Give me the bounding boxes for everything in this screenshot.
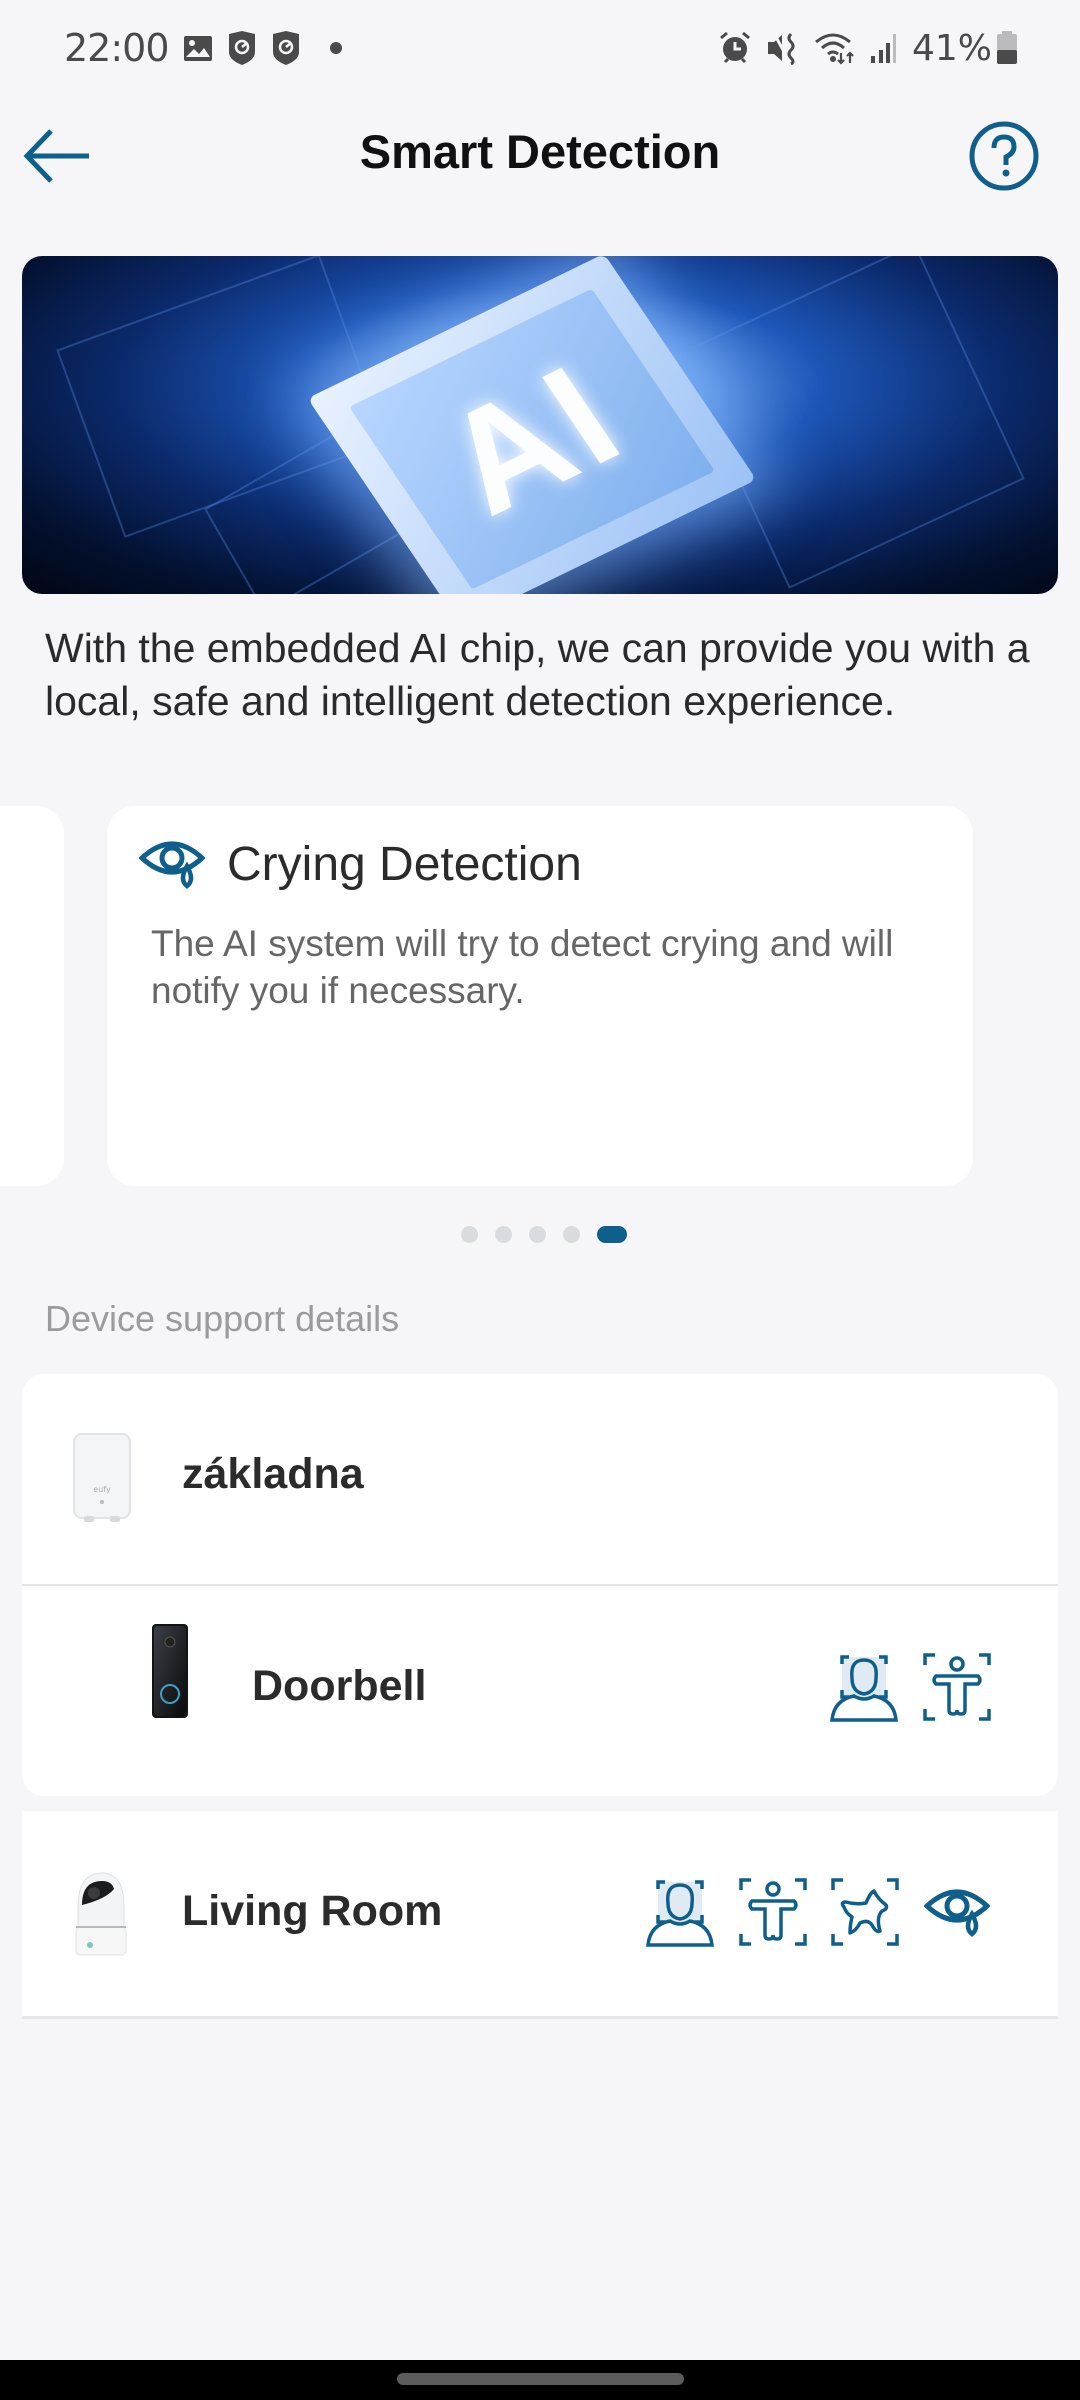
homebase-thumb: eufy — [73, 1433, 131, 1522]
battery-icon — [996, 31, 1018, 65]
hero-banner-image: AI — [22, 256, 1058, 594]
carousel-card-current[interactable]: Crying Detection The AI system will try … — [107, 806, 973, 1186]
carousel-card-previous[interactable] — [0, 806, 64, 1186]
pagination-dot-active[interactable] — [597, 1226, 627, 1243]
face-detection-icon — [830, 1652, 900, 1722]
pagination-dot[interactable] — [461, 1226, 478, 1243]
pagination-dot[interactable] — [495, 1226, 512, 1243]
device-group: Living Room — [22, 1811, 1058, 2019]
human-detection-icon — [922, 1652, 992, 1722]
device-row-living-room[interactable]: Living Room — [22, 1811, 1058, 2016]
status-time: 22:00 — [64, 26, 170, 70]
status-bar: 22:00 41% — [0, 0, 1080, 96]
ai-chip-core: AI — [349, 288, 715, 590]
crying-eye-icon — [139, 841, 205, 889]
help-circle-icon — [969, 121, 1039, 191]
device-name: Doorbell — [252, 1662, 427, 1710]
card-description: The AI system will try to detect crying … — [151, 923, 894, 1011]
signal-icon — [870, 32, 898, 64]
device-row-doorbell[interactable]: Doorbell — [22, 1586, 1058, 1794]
card-header: Crying Detection — [139, 836, 973, 892]
section-label: Device support details — [45, 1298, 400, 1339]
doorbell-thumb — [152, 1624, 188, 1718]
intro-text: With the embedded AI chip, we can provid… — [45, 625, 1030, 724]
pagination-dot[interactable] — [563, 1226, 580, 1243]
feature-icons — [830, 1652, 992, 1722]
system-navigation-bar — [0, 2360, 1080, 2400]
svg-text:eufy: eufy — [93, 1485, 111, 1494]
more-notifications-dot — [329, 41, 343, 55]
feature-icons — [646, 1877, 992, 1947]
ai-chip-label: AI — [411, 332, 652, 545]
image-notification-icon — [183, 33, 213, 63]
device-group: eufy základna Doorbell — [22, 1374, 1058, 1796]
face-detection-icon — [646, 1877, 716, 1947]
help-button[interactable] — [968, 120, 1040, 192]
battery-percent: 41% — [911, 27, 992, 69]
carousel-pagination — [0, 1226, 1080, 1243]
device-row-homebase[interactable]: eufy základna — [22, 1374, 1058, 1582]
circuit-trace — [679, 256, 1025, 589]
vibrate-mute-icon — [766, 31, 800, 65]
pet-detection-icon — [830, 1877, 900, 1947]
status-right: 41% — [718, 28, 1018, 69]
alarm-icon — [718, 31, 752, 65]
feature-carousel[interactable]: Crying Detection The AI system will try … — [0, 806, 1080, 1186]
crying-detection-icon — [922, 1877, 992, 1947]
indoor-cam-thumb — [75, 1872, 127, 1956]
device-name: základna — [182, 1450, 364, 1498]
device-name: Living Room — [182, 1887, 443, 1935]
shield-app-icon — [227, 30, 257, 66]
human-detection-icon — [738, 1877, 808, 1947]
wifi-icon — [814, 31, 856, 65]
home-gesture-handle[interactable] — [397, 2373, 684, 2385]
page-title: Smart Detection — [359, 125, 721, 178]
card-title: Crying Detection — [227, 837, 582, 891]
app-bar: Smart Detection — [0, 110, 1080, 202]
shield-app-icon — [271, 30, 301, 66]
status-left: 22:00 — [64, 26, 343, 70]
pagination-dot[interactable] — [529, 1226, 546, 1243]
